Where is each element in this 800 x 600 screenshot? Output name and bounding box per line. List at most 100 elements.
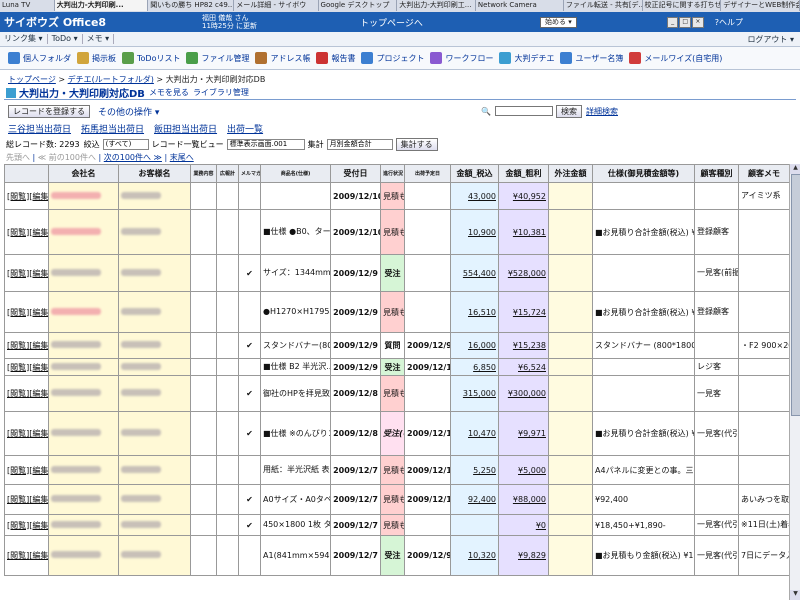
gross-cell[interactable]: ¥5,000: [498, 455, 549, 485]
breadcrumb-top[interactable]: トップページ: [8, 75, 56, 84]
customer-cell[interactable]: [118, 332, 191, 359]
amount-cell[interactable]: [450, 514, 499, 536]
col-gross[interactable]: 金額_粗利: [498, 164, 549, 183]
taskbar-item[interactable]: メール詳細 - サイボウ: [234, 0, 319, 11]
view-link-takuma[interactable]: 拓馬担当出荷日: [81, 122, 144, 135]
pager-next[interactable]: 次の100件へ ≫: [104, 153, 162, 162]
gross-cell[interactable]: ¥9,971: [498, 411, 549, 456]
edit-link[interactable]: [編集]: [29, 308, 47, 317]
customer-cell[interactable]: [118, 291, 191, 333]
app-link[interactable]: ファイル管理: [186, 52, 249, 64]
col-mailmag[interactable]: メルマガ: [238, 164, 261, 183]
taskbar-item[interactable]: 校正記号に関する打ちせ...: [643, 0, 722, 11]
help-link[interactable]: ?ヘルプ: [715, 17, 743, 28]
taskbar-item[interactable]: Google デスクトップ: [319, 0, 398, 11]
gross-cell[interactable]: ¥88,000: [498, 484, 549, 515]
search-input[interactable]: [495, 106, 553, 116]
taskbar-item[interactable]: 大判出力-大判印刷工...: [397, 0, 476, 11]
maximize-icon[interactable]: □: [679, 16, 692, 28]
gross-cell[interactable]: ¥9,829: [498, 535, 549, 576]
advanced-search-link[interactable]: 詳細検索: [586, 106, 618, 117]
app-link[interactable]: 個人フォルダ: [8, 52, 71, 64]
customer-cell[interactable]: [118, 411, 191, 456]
amount-cell[interactable]: 10,470: [450, 411, 499, 456]
detail-link[interactable]: [閲覧]: [7, 363, 29, 372]
app-link[interactable]: 掲示板: [77, 52, 116, 64]
taskbar-item[interactable]: Luna TV: [0, 0, 55, 11]
customer-cell[interactable]: [118, 514, 191, 536]
gross-cell[interactable]: ¥10,381: [498, 209, 549, 255]
logout-link[interactable]: ログアウト ▾: [747, 34, 800, 45]
detail-link[interactable]: [閲覧]: [7, 429, 29, 438]
edit-link[interactable]: [編集]: [29, 551, 47, 560]
col-pr[interactable]: 広報計: [216, 164, 239, 183]
app-link[interactable]: メールワイズ(自宅用): [629, 52, 722, 64]
detail-link[interactable]: [閲覧]: [7, 551, 29, 560]
col-amount[interactable]: 金額_税込: [450, 164, 499, 183]
edit-link[interactable]: [編集]: [29, 228, 47, 237]
taskbar-item[interactable]: 大判出力-大判印刷...: [54, 0, 149, 11]
customer-cell[interactable]: [118, 455, 191, 485]
amount-cell[interactable]: 554,400: [450, 254, 499, 292]
toppage-link[interactable]: トップページへ: [360, 16, 460, 29]
detail-link[interactable]: [閲覧]: [7, 341, 29, 350]
company-cell[interactable]: [48, 332, 119, 359]
edit-link[interactable]: [編集]: [29, 341, 47, 350]
customer-cell[interactable]: [118, 182, 191, 210]
gross-cell[interactable]: ¥528,000: [498, 254, 549, 292]
gross-cell[interactable]: ¥6,524: [498, 358, 549, 376]
link-collection-menu[interactable]: リンク集 ▾: [0, 34, 48, 44]
app-link[interactable]: 報告書: [316, 52, 355, 64]
company-cell[interactable]: [48, 182, 119, 210]
amount-cell[interactable]: 10,320: [450, 535, 499, 576]
memo-menu[interactable]: メモ ▾: [83, 34, 115, 44]
edit-link[interactable]: [編集]: [29, 269, 47, 278]
app-link[interactable]: プロジェクト: [361, 52, 424, 64]
search-button[interactable]: 検索: [556, 104, 582, 118]
col-kind[interactable]: 顧客種別: [694, 164, 739, 183]
edit-link[interactable]: [編集]: [29, 363, 47, 372]
customer-cell[interactable]: [118, 535, 191, 576]
pager-prev[interactable]: ≪ 前の100件へ: [38, 153, 96, 162]
edit-link[interactable]: [編集]: [29, 466, 47, 475]
edit-link[interactable]: [編集]: [29, 495, 47, 504]
col-customer[interactable]: お客様名: [118, 164, 191, 183]
amount-cell[interactable]: 92,400: [450, 484, 499, 515]
app-link[interactable]: アドレス帳: [255, 52, 310, 64]
pager-first[interactable]: 先頭へ: [6, 153, 30, 162]
company-cell[interactable]: [48, 254, 119, 292]
customer-cell[interactable]: [118, 375, 191, 412]
app-link[interactable]: 大判デチエ: [499, 52, 554, 64]
detail-link[interactable]: [閲覧]: [7, 192, 29, 201]
detail-link[interactable]: [閲覧]: [7, 521, 29, 530]
detail-link[interactable]: [閲覧]: [7, 308, 29, 317]
detail-link[interactable]: [閲覧]: [7, 466, 29, 475]
amount-cell[interactable]: 10,900: [450, 209, 499, 255]
amount-cell[interactable]: 16,510: [450, 291, 499, 333]
detail-link[interactable]: [閲覧]: [7, 228, 29, 237]
edit-link[interactable]: [編集]: [29, 192, 47, 201]
amount-cell[interactable]: 5,250: [450, 455, 499, 485]
edit-link[interactable]: [編集]: [29, 389, 47, 398]
amount-cell[interactable]: 6,850: [450, 358, 499, 376]
customer-cell[interactable]: [118, 209, 191, 255]
view-link-iida[interactable]: 飯田担当出荷日: [154, 122, 217, 135]
company-cell[interactable]: [48, 358, 119, 376]
taskbar-item[interactable]: Network Camera: [476, 0, 564, 11]
view-link-mitani[interactable]: 三谷担当出荷日: [8, 122, 71, 135]
col-outside[interactable]: 外注金額: [548, 164, 593, 183]
other-operations-menu[interactable]: その他の操作 ▾: [98, 105, 159, 118]
app-link[interactable]: ユーザー名簿: [560, 52, 623, 64]
scroll-up-icon[interactable]: ▲: [790, 164, 800, 174]
customer-cell[interactable]: [118, 254, 191, 292]
col-business[interactable]: 業務内容: [190, 164, 217, 183]
company-cell[interactable]: [48, 291, 119, 333]
taskbar-item[interactable]: ファイル転送 - 共有[デ...: [564, 0, 643, 11]
memo-link[interactable]: メモを見る: [149, 87, 189, 98]
company-cell[interactable]: [48, 484, 119, 515]
agg-select[interactable]: 月別金額合計: [326, 138, 393, 150]
gross-cell[interactable]: ¥40,952: [498, 182, 549, 210]
scroll-thumb[interactable]: [791, 174, 800, 416]
col-received-date[interactable]: 受付日: [330, 164, 381, 183]
amount-cell[interactable]: 16,000: [450, 332, 499, 359]
